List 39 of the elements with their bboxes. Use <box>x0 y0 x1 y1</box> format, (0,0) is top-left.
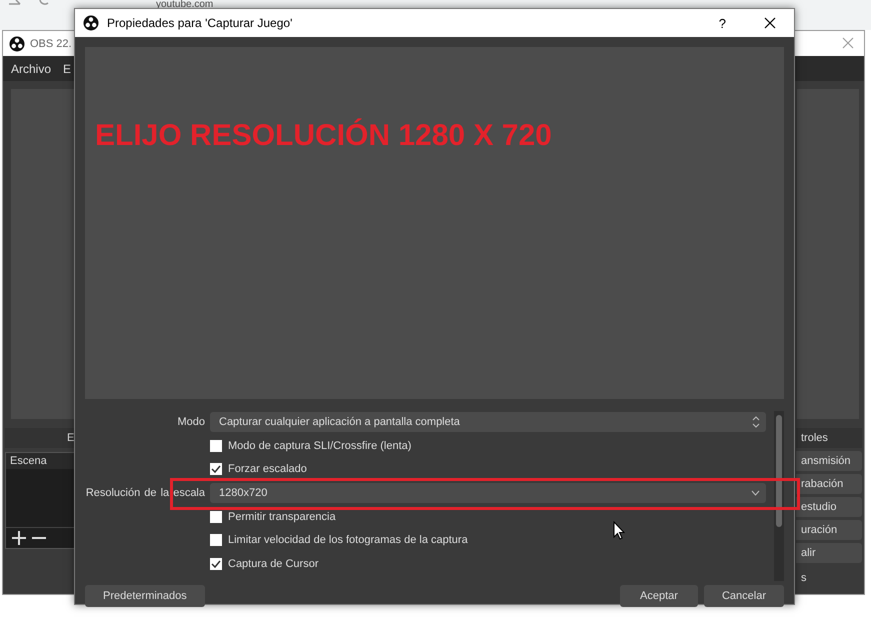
checkbox-option[interactable]: Captura de Cursor <box>210 558 766 570</box>
checkbox[interactable] <box>210 440 222 452</box>
checkbox[interactable] <box>210 534 222 546</box>
dialog-button[interactable]: Aceptar <box>620 585 698 607</box>
dialog-button[interactable]: Cancelar <box>704 585 784 607</box>
cursor-icon <box>613 521 625 540</box>
overlay-caption: ELIJO RESOLUCIÓN 1280 X 720 <box>95 119 552 152</box>
status-text: s <box>800 572 808 584</box>
spinner-icon <box>752 416 760 428</box>
app-logo-icon <box>9 36 25 52</box>
mode-dropdown[interactable]: Capturar cualquier aplicación a pantalla completa <box>210 412 766 432</box>
checkbox-option[interactable]: Forzar escalado <box>210 463 766 476</box>
scrollbar[interactable] <box>774 411 784 581</box>
defaults-button[interactable]: Predeterminados <box>85 585 205 607</box>
control-button[interactable]: uración <box>796 520 862 540</box>
menu-item[interactable]: Archivo <box>11 62 52 76</box>
control-button[interactable]: ansmisión <box>796 451 862 471</box>
field-label: Modo <box>176 416 205 428</box>
menu-item[interactable]: E <box>63 62 72 76</box>
control-button[interactable]: estudio <box>796 497 862 517</box>
chevron-icon <box>751 490 760 496</box>
plus-icon[interactable] <box>12 531 26 545</box>
help-button[interactable]: ? <box>718 16 726 30</box>
checkbox-option[interactable]: Modo de captura SLI/Crossfire (lenta) <box>210 440 766 452</box>
checkbox-option[interactable]: Limitar velocidad de los fotogramas de la captura <box>210 534 766 546</box>
window-title: OBS 22. <box>30 38 72 50</box>
dialog-title: Propiedades para 'Capturar Juego' <box>107 16 294 30</box>
resolution-dropdown[interactable]: 1280x720 <box>210 483 766 504</box>
close-icon[interactable] <box>764 17 776 29</box>
checkbox[interactable] <box>210 463 222 476</box>
checkbox-option[interactable]: Permitir transparencia <box>210 510 766 523</box>
address-text[interactable]: youtube.com <box>156 0 214 10</box>
checkbox[interactable] <box>210 510 222 523</box>
field-label: Resolución de la escala <box>85 487 205 500</box>
app-logo-icon <box>83 15 99 31</box>
control-button[interactable]: rabación <box>796 474 862 494</box>
dock-header: troles <box>796 428 862 448</box>
checkbox[interactable] <box>210 558 222 570</box>
control-button[interactable]: alir <box>796 543 862 563</box>
